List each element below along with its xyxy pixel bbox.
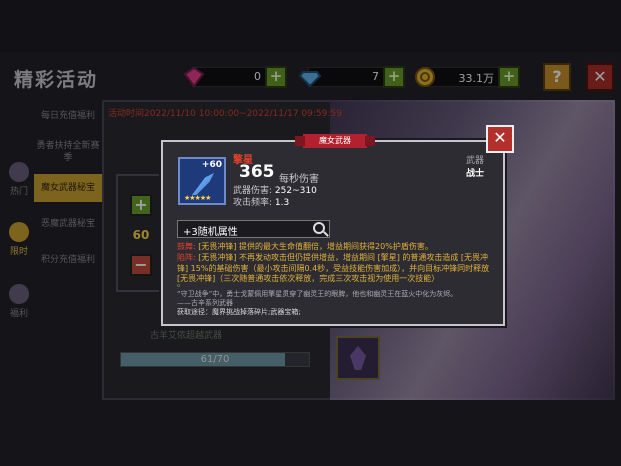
magnifier-icon[interactable] [313,222,325,234]
effect-inspire-key: 鼓舞: [177,242,196,251]
weapon-level: +60 [201,160,222,170]
weapon-type: 战士 [466,169,485,179]
obtain-method: 获取途径：魔界挑战掉落碎片;武器宝箱; [177,308,301,316]
random-attribute-field[interactable]: +3随机属性 [177,220,330,238]
popup-banner: 魔女武器 [295,134,375,148]
weapon-icon: +60 ★★★★★ [178,157,226,205]
weapon-type-label: 武器 [466,156,485,166]
weapon-stars: ★★★★★ [184,194,211,202]
attack-rate-value: 1.3 [274,198,290,208]
lore-series: ——古辛系列武器 [177,299,233,307]
effect-tail: 。 [177,279,491,290]
weapon-dps: 365 [239,162,275,182]
effect-inspire-text: [无畏冲锋] 提供的最大生命值翻倍，增益期间获得20%护盾伤害。 [198,242,433,251]
random-attribute-label: +3随机属性 [183,227,238,238]
effect-tail-text: 。 [177,279,185,288]
attack-rate-label: 攻击频率: [233,198,273,208]
attack-rate-row: 攻击频率: 1.3 [233,195,289,208]
popup-close-button[interactable]: ✕ [486,125,514,153]
lore-text: “守卫战争”中，勇士戈蒙佩用擎星贯穿了幽灵王的眼脾，他也和幽灵王在蓝火中化为灰烬… [177,290,458,298]
sword-icon [192,173,214,195]
effect-inspire: 鼓舞: [无畏冲锋] 提供的最大生命值翻倍，增益期间获得20%护盾伤害。 [177,242,491,253]
effect-charge-key: 陷阵: [177,253,196,262]
